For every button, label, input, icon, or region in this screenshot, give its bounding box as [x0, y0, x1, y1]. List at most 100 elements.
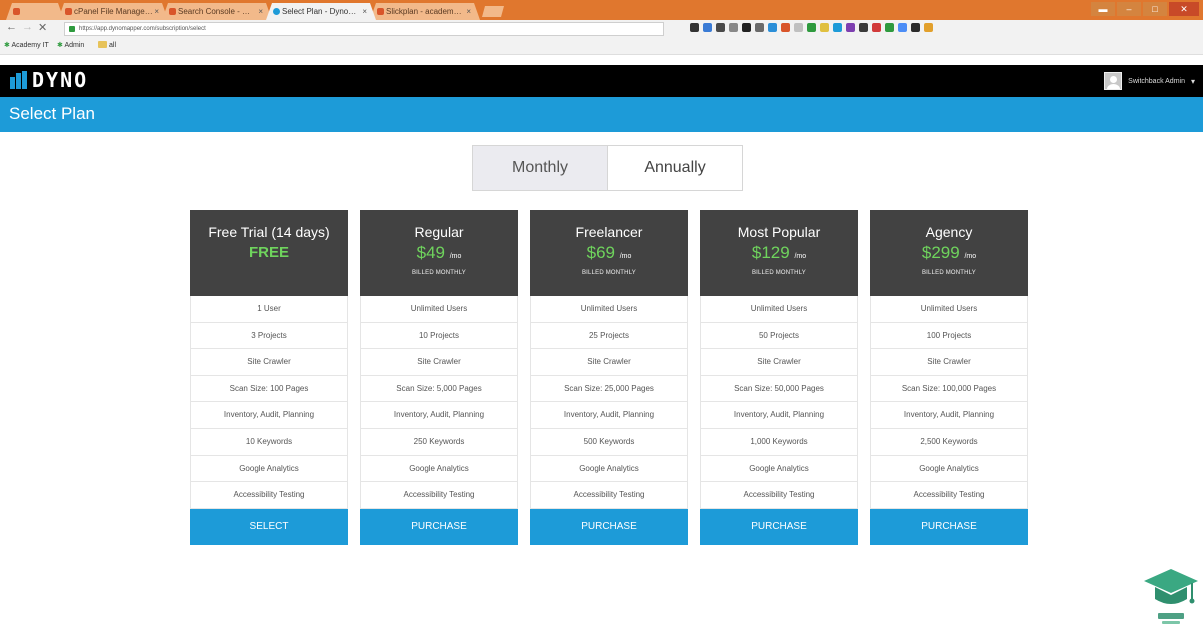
- price-unit: /mo: [964, 253, 977, 260]
- close-tab-icon[interactable]: ×: [258, 3, 263, 20]
- feature-item: Inventory, Audit, Planning: [871, 402, 1027, 429]
- user-menu[interactable]: Switchback Admin ▾: [1104, 72, 1195, 90]
- forward-icon[interactable]: →: [22, 21, 33, 33]
- browser-tab[interactable]: [6, 3, 64, 20]
- feature-item: Accessibility Testing: [701, 482, 857, 509]
- extension-icon[interactable]: [859, 23, 868, 32]
- extension-icon[interactable]: [703, 23, 712, 32]
- user-profile-icon[interactable]: ▬: [1091, 2, 1115, 16]
- browser-tab-active[interactable]: Select Plan - Dyno… ×: [266, 3, 376, 20]
- feature-item: Inventory, Audit, Planning: [361, 402, 517, 429]
- monthly-option[interactable]: Monthly: [473, 146, 608, 190]
- price-amount: $69: [586, 243, 615, 262]
- favicon-icon: [169, 8, 176, 15]
- extension-icon[interactable]: [690, 23, 699, 32]
- plan-price: $299 /mo: [870, 243, 1028, 267]
- purchase-button[interactable]: PURCHASE: [700, 508, 858, 545]
- tab-label: Search Console - …: [178, 7, 251, 16]
- chevron-down-icon: ▾: [1190, 76, 1195, 86]
- feature-item: Site Crawler: [531, 349, 687, 376]
- feature-item: 100 Projects: [871, 323, 1027, 350]
- plan-price: $69 /mo: [530, 243, 688, 267]
- plan-card: Agency $299 /mo BILLED MONTHLY Unlimited Us…: [870, 210, 1028, 545]
- feature-item: Scan Size: 25,000 Pages: [531, 376, 687, 403]
- logo-mark-icon: [10, 71, 28, 89]
- bookmark-academy-it[interactable]: ✱ Academy IT: [4, 41, 49, 49]
- extension-icon[interactable]: [781, 23, 790, 32]
- close-tab-icon[interactable]: ×: [154, 3, 159, 20]
- plan-header: Agency $299 /mo BILLED MONTHLY: [870, 210, 1028, 296]
- maximize-button[interactable]: □: [1143, 2, 1167, 16]
- price-amount: $49: [416, 243, 445, 262]
- plan-card: Free Trial (14 days) FREE 1 User 3 Projects…: [190, 210, 348, 545]
- purchase-button[interactable]: PURCHASE: [870, 508, 1028, 545]
- stop-icon[interactable]: ✕: [38, 21, 47, 34]
- star-icon: ✱: [4, 42, 10, 49]
- price-unit: /mo: [794, 253, 807, 260]
- billing-note: BILLED MONTHLY: [581, 270, 637, 276]
- purchase-button[interactable]: PURCHASE: [360, 508, 518, 545]
- plan-name: Agency: [925, 224, 973, 240]
- feature-item: Unlimited Users: [361, 296, 517, 323]
- feature-item: 50 Projects: [701, 323, 857, 350]
- browser-tab[interactable]: cPanel File Manage… ×: [58, 3, 168, 20]
- extension-icon[interactable]: [846, 23, 855, 32]
- feature-list: Unlimited Users 50 Projects Site Crawler Sc…: [700, 296, 858, 509]
- extension-icon[interactable]: [768, 23, 777, 32]
- price-amount: $129: [751, 243, 790, 262]
- close-window-button[interactable]: ✕: [1169, 2, 1199, 16]
- feature-item: Scan Size: 5,000 Pages: [361, 376, 517, 403]
- address-bar[interactable]: https://app.dynomapper.com/subscription/…: [64, 22, 664, 36]
- extension-icon[interactable]: [820, 23, 829, 32]
- favicon-icon: [377, 8, 384, 15]
- browser-tab[interactable]: Search Console - … ×: [162, 3, 272, 20]
- extension-icon[interactable]: [794, 23, 803, 32]
- extension-icon[interactable]: [833, 23, 842, 32]
- minimize-button[interactable]: –: [1117, 2, 1141, 16]
- plans-grid: Free Trial (14 days) FREE 1 User 3 Projects…: [190, 210, 1028, 545]
- extension-icon[interactable]: [729, 23, 738, 32]
- new-tab-button[interactable]: [482, 6, 504, 17]
- close-tab-icon[interactable]: ×: [362, 3, 367, 20]
- feature-item: Google Analytics: [701, 456, 857, 483]
- loading-icon: [273, 8, 280, 15]
- bookmark-label: Admin: [64, 42, 85, 49]
- select-plan-button[interactable]: SELECT: [190, 508, 348, 545]
- feature-item: Inventory, Audit, Planning: [191, 402, 347, 429]
- app-logo[interactable]: DYNO: [10, 70, 88, 90]
- extension-icon[interactable]: [716, 23, 725, 32]
- folder-icon: [98, 41, 107, 48]
- feature-item: 1,000 Keywords: [701, 429, 857, 456]
- extension-icon[interactable]: [742, 23, 751, 32]
- extension-icon[interactable]: [885, 23, 894, 32]
- bookmark-folder-all[interactable]: all: [98, 41, 116, 49]
- feature-item: Google Analytics: [191, 456, 347, 483]
- logo-text: DYNO: [32, 68, 89, 92]
- billing-note: BILLED MONTHLY: [921, 270, 977, 276]
- purchase-button[interactable]: PURCHASE: [530, 508, 688, 545]
- extension-icon[interactable]: [872, 23, 881, 32]
- feature-item: 25 Projects: [531, 323, 687, 350]
- annually-option[interactable]: Annually: [608, 146, 742, 190]
- feature-list: Unlimited Users 25 Projects Site Crawler Sc…: [530, 296, 688, 509]
- plan-name: Free Trial (14 days): [208, 224, 330, 240]
- close-tab-icon[interactable]: ×: [466, 3, 471, 20]
- browser-tab-strip: cPanel File Manage… × Search Console - … ×…: [0, 0, 1203, 20]
- bookmarks-bar: ✱ Academy IT ✱ Admin all: [0, 38, 1203, 55]
- feature-item: Accessibility Testing: [871, 482, 1027, 509]
- bookmark-label: Academy IT: [11, 42, 49, 49]
- extension-icon[interactable]: [924, 23, 933, 32]
- extension-icon[interactable]: [807, 23, 816, 32]
- back-icon[interactable]: ←: [6, 21, 17, 33]
- app-header: DYNO Switchback Admin ▾: [0, 65, 1203, 97]
- extension-icon[interactable]: [898, 23, 907, 32]
- browser-tab[interactable]: Slickplan - academ… ×: [370, 3, 480, 20]
- feature-item: Unlimited Users: [701, 296, 857, 323]
- favicon-icon: [13, 8, 20, 15]
- feature-item: Google Analytics: [871, 456, 1027, 483]
- extension-icon[interactable]: [755, 23, 764, 32]
- bookmark-admin[interactable]: ✱ Admin: [57, 41, 84, 49]
- plan-name: Freelancer: [575, 224, 643, 240]
- plan-name: Most Popular: [737, 224, 821, 240]
- extension-icon[interactable]: [911, 23, 920, 32]
